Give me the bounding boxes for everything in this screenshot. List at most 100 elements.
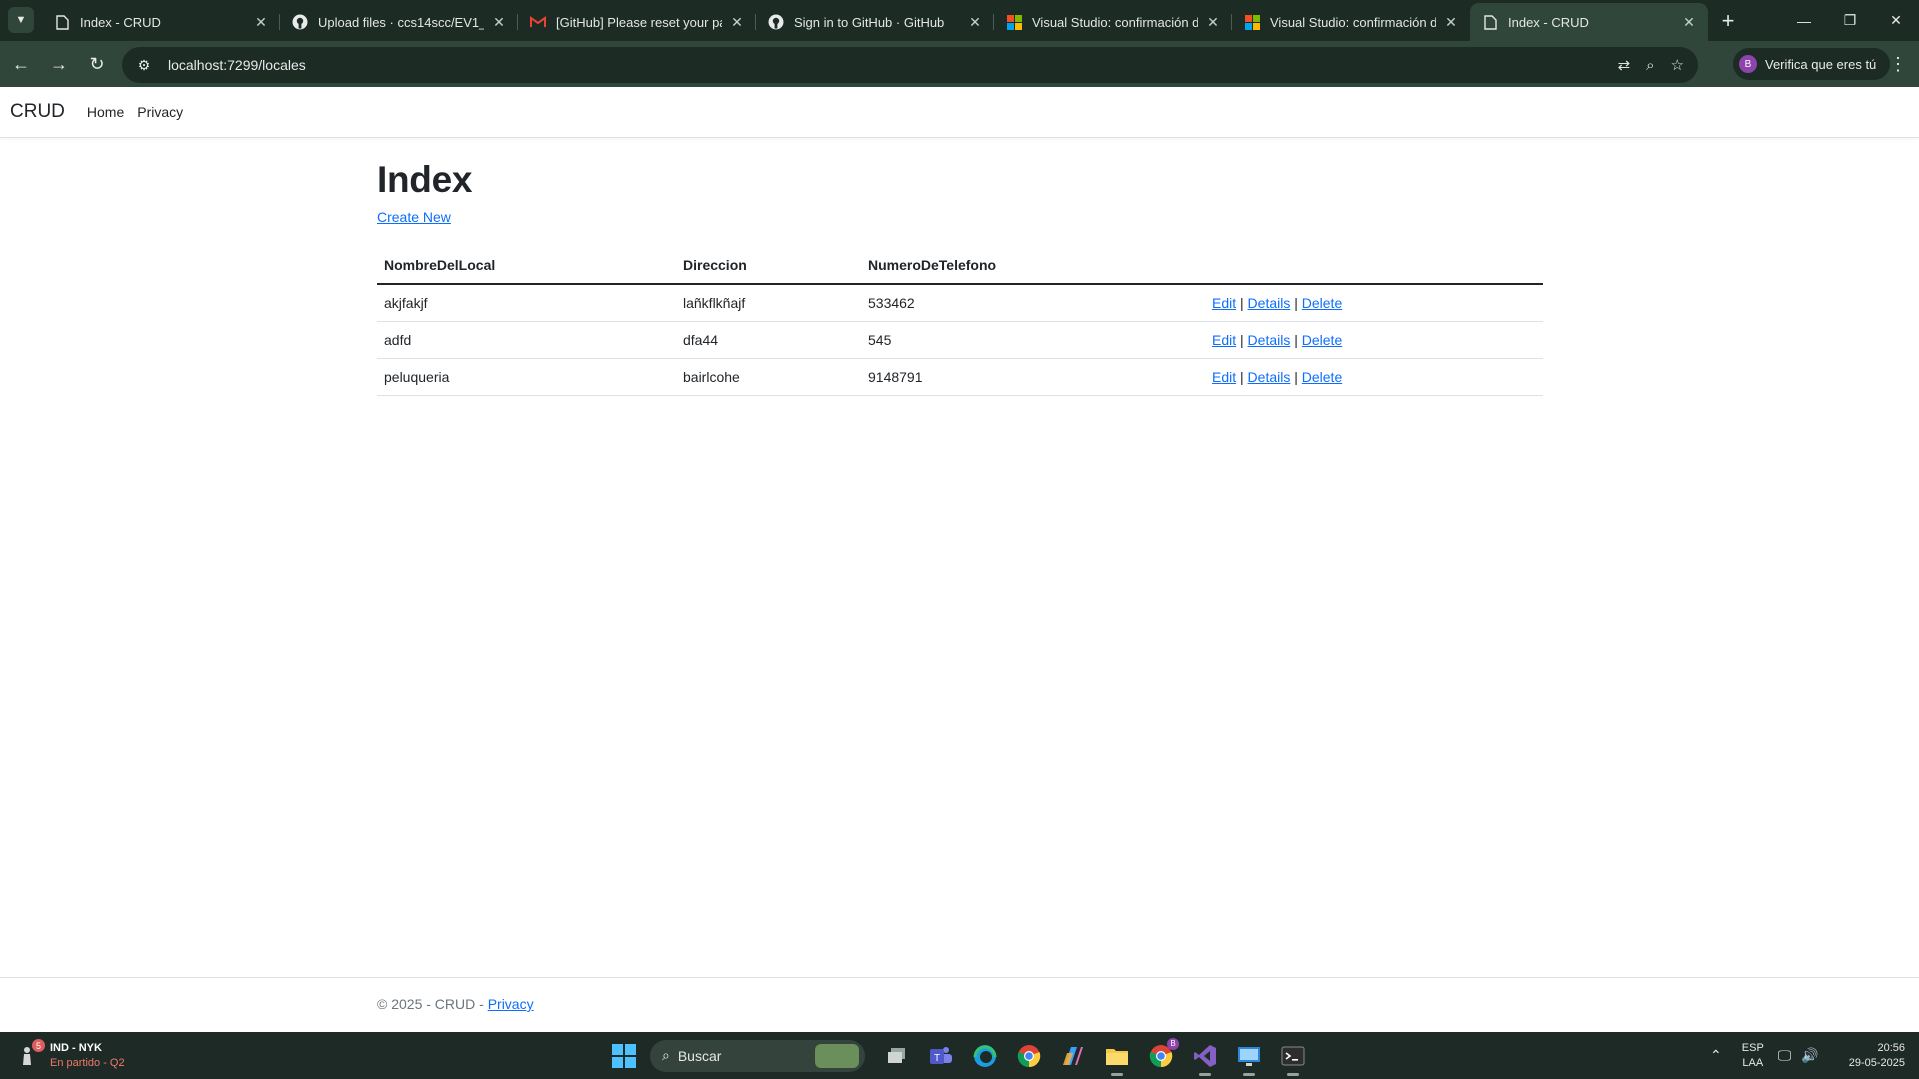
delete-link[interactable]: Delete	[1302, 295, 1342, 311]
main-container: Index Create New NombreDelLocal Direccio…	[377, 159, 1543, 396]
windows-start-icon[interactable]	[612, 1043, 636, 1068]
chrome-icon[interactable]	[1015, 1042, 1043, 1070]
volume-icon[interactable]: 🔊	[1801, 1047, 1818, 1064]
delete-link[interactable]: Delete	[1302, 332, 1342, 348]
new-tab-button[interactable]: +	[1714, 7, 1742, 35]
edit-link[interactable]: Edit	[1212, 369, 1236, 385]
close-icon[interactable]: ✕	[728, 14, 746, 31]
profile-button[interactable]: B Verifica que eres tú	[1733, 48, 1891, 80]
details-link[interactable]: Details	[1248, 295, 1291, 311]
avatar: B	[1739, 55, 1757, 73]
column-header-actions	[1205, 247, 1543, 285]
taskbar-search[interactable]: ⌕ Buscar	[650, 1039, 865, 1072]
close-icon[interactable]: ✕	[966, 14, 984, 31]
browser-tab[interactable]: [GitHub] Please reset your pass ✕	[518, 3, 756, 41]
file-explorer-icon[interactable]	[1103, 1042, 1131, 1076]
windows-taskbar: 5 IND - NYK En partido - Q2 ⌕ Buscar T B…	[0, 1032, 1919, 1079]
create-new-link[interactable]: Create New	[377, 209, 451, 225]
widget-line-2: En partido - Q2	[50, 1057, 125, 1069]
terminal-icon[interactable]	[1279, 1042, 1307, 1076]
browser-tab[interactable]: Upload files · ccs14scc/EV1_U1 ✕	[280, 3, 518, 41]
close-icon[interactable]: ✕	[1680, 14, 1698, 31]
address-bar-actions: ⇄ ⌕ ☆	[1618, 47, 1684, 83]
remote-desktop-icon[interactable]	[1235, 1042, 1263, 1076]
cell-telefono: 545	[861, 321, 1205, 359]
browser-tab[interactable]: Sign in to GitHub · GitHub ✕	[756, 3, 994, 41]
close-icon[interactable]: ✕	[252, 14, 270, 31]
edit-link[interactable]: Edit	[1212, 332, 1236, 348]
tab-search-button[interactable]: ▼	[8, 7, 34, 33]
system-tray: ⌃ ESP LAA 🖵 🔊 20:56 29-05-2025	[1710, 1032, 1919, 1079]
browser-tab[interactable]: Visual Studio: confirmación de ✕	[994, 3, 1232, 41]
reload-icon[interactable]: ↻	[80, 47, 114, 81]
web-page: CRUD Home Privacy Index Create New Nombr…	[0, 87, 1919, 1032]
browser-tab[interactable]: Visual Studio: confirmación de ✕	[1232, 3, 1470, 41]
site-footer: © 2025 - CRUD - Privacy	[0, 977, 1919, 1032]
basketball-icon: 5	[20, 1039, 45, 1068]
separator: |	[1294, 294, 1302, 311]
browser-tab-strip: ▼ Index - CRUD ✕ Upload files · ccs14scc…	[0, 0, 1919, 41]
browser-tab[interactable]: Index - CRUD ✕	[42, 3, 280, 41]
cell-nombre: adfd	[377, 321, 676, 359]
window-controls: — ❐ ✕	[1781, 0, 1919, 41]
footer-privacy-link[interactable]: Privacy	[488, 996, 534, 1012]
close-icon[interactable]: ✕	[1442, 14, 1460, 31]
back-icon[interactable]: ←	[4, 47, 38, 81]
nav-privacy-link[interactable]: Privacy	[137, 104, 183, 120]
tab-title: [GitHub] Please reset your pass	[556, 14, 722, 30]
sports-widget[interactable]: 5 IND - NYK En partido - Q2	[20, 1039, 125, 1071]
cell-direccion: lañkflkñajf	[676, 284, 861, 322]
url-text[interactable]: localhost:7299/locales	[168, 57, 306, 73]
separator: |	[1240, 294, 1248, 311]
chevron-up-icon[interactable]: ⌃	[1710, 1047, 1722, 1064]
edit-link[interactable]: Edit	[1212, 295, 1236, 311]
cell-actions: Edit | Details | Delete	[1205, 284, 1543, 322]
close-icon[interactable]: ✕	[1204, 14, 1222, 31]
github-icon	[768, 14, 784, 30]
edge-icon[interactable]	[971, 1042, 999, 1070]
brand-link[interactable]: CRUD	[10, 101, 65, 123]
more-menu-icon[interactable]: ⋮	[1888, 47, 1908, 81]
column-header-telefono: NumeroDeTelefono	[861, 247, 1205, 285]
restore-icon[interactable]: ❐	[1827, 0, 1873, 41]
delete-link[interactable]: Delete	[1302, 369, 1342, 385]
microsoft-icon	[1006, 14, 1022, 30]
site-info-icon[interactable]: ⚙	[126, 57, 162, 74]
column-header-direccion: Direccion	[676, 247, 861, 285]
clock[interactable]: 20:56 29-05-2025	[1849, 1041, 1905, 1071]
details-link[interactable]: Details	[1248, 369, 1291, 385]
cell-direccion: dfa44	[676, 321, 861, 359]
minimize-icon[interactable]: —	[1781, 0, 1827, 41]
notification-badge: 5	[32, 1039, 45, 1052]
column-header-nombre: NombreDelLocal	[377, 247, 676, 285]
forward-icon[interactable]: →	[42, 47, 76, 81]
close-window-icon[interactable]: ✕	[1873, 0, 1919, 41]
search-placeholder: Buscar	[677, 1047, 722, 1064]
details-link[interactable]: Details	[1248, 332, 1291, 348]
visual-studio-icon[interactable]	[1191, 1042, 1219, 1076]
clock-time: 20:56	[1877, 1041, 1905, 1054]
chrome-profile-badge: B	[1167, 1037, 1179, 1050]
browser-tab-active[interactable]: Index - CRUD ✕	[1470, 3, 1708, 41]
separator: |	[1240, 368, 1248, 385]
zoom-icon[interactable]: ⌕	[1646, 57, 1654, 74]
address-bar[interactable]: ⚙ localhost:7299/locales ⇄ ⌕ ☆	[122, 47, 1698, 83]
close-icon[interactable]: ✕	[490, 14, 508, 31]
chrome-profile-icon[interactable]: B	[1147, 1037, 1179, 1070]
cell-nombre: akjfakjf	[377, 284, 676, 322]
browser-toolbar: ← → ↻ ⚙ localhost:7299/locales ⇄ ⌕ ☆ B V…	[0, 41, 1919, 87]
nav-home-link[interactable]: Home	[87, 104, 124, 120]
translate-icon[interactable]: ⇄	[1618, 56, 1631, 74]
table-header-row: NombreDelLocal Direccion NumeroDeTelefon…	[377, 247, 1543, 285]
task-view-icon[interactable]	[883, 1042, 911, 1070]
cell-telefono: 533462	[861, 284, 1205, 322]
gmail-icon	[530, 14, 546, 30]
table-row: peluqueria bairlcohe 9148791 Edit | Deta…	[377, 358, 1543, 396]
table-row: akjfakjf lañkflkñajf 533462 Edit | Detai…	[377, 284, 1543, 322]
language-indicator[interactable]: ESP LAA	[1742, 1041, 1764, 1071]
language-code: ESP	[1741, 1041, 1764, 1054]
teams-icon[interactable]: T	[927, 1042, 955, 1070]
network-icon[interactable]: 🖵	[1778, 1047, 1792, 1064]
bookmark-star-icon[interactable]: ☆	[1671, 56, 1684, 74]
copilot-icon[interactable]	[1059, 1042, 1087, 1070]
